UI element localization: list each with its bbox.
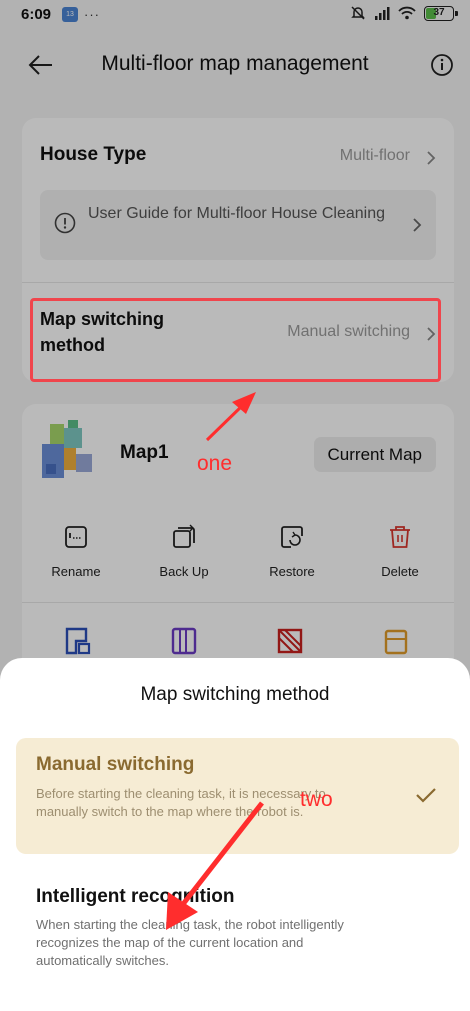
annotation-label-two: two	[300, 788, 333, 811]
option-description: Before starting the cleaning task, it is…	[36, 786, 326, 819]
annotation-highlight-box	[30, 298, 441, 382]
map-switching-sheet: Map switching method Manual switching Be…	[0, 658, 470, 1011]
option-description: When starting the cleaning task, the rob…	[36, 917, 344, 968]
sheet-title: Map switching method	[140, 684, 330, 705]
option-manual-switching[interactable]: Manual switching Before starting the cle…	[16, 738, 459, 854]
option-intelligent-recognition[interactable]: Intelligent recognition When starting th…	[16, 880, 459, 990]
option-title: Manual switching	[36, 754, 195, 775]
annotation-label-one: one	[197, 452, 233, 475]
option-title: Intelligent recognition	[36, 886, 235, 907]
checkmark-icon	[416, 788, 436, 803]
